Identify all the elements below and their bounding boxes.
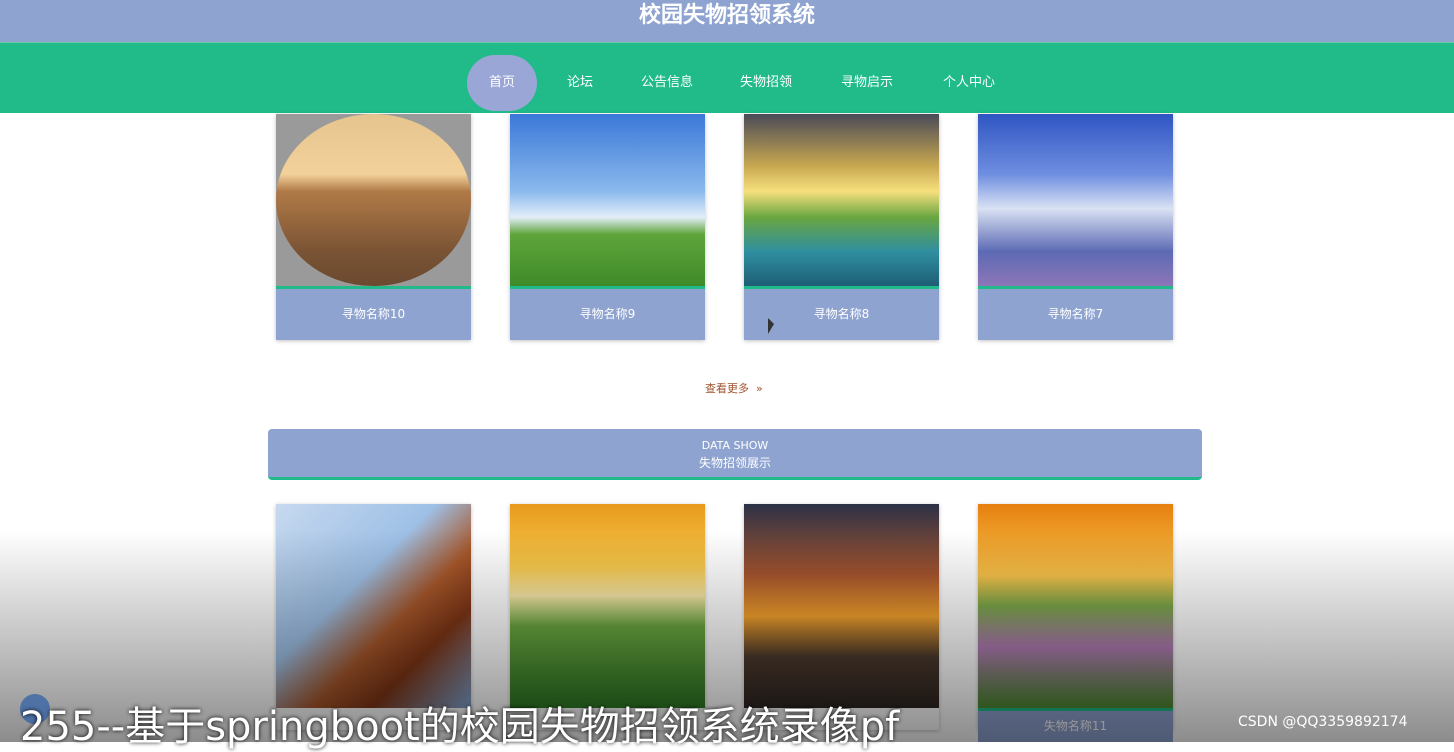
nav-forum[interactable]: 论坛	[560, 55, 600, 111]
found-item-card[interactable]: 失物名称11	[978, 504, 1173, 742]
video-caption: 255--基于springboot的校园失物招领系统录像pf	[20, 704, 900, 750]
nav-lost-notices[interactable]: 寻物启示	[836, 55, 898, 111]
lost-item-image	[978, 114, 1173, 286]
view-more-link[interactable]: 查看更多 »	[705, 380, 763, 396]
lost-item-card[interactable]: 寻物名称8	[744, 114, 939, 340]
nav-personal-center[interactable]: 个人中心	[938, 55, 1000, 111]
site-title-bar: 校园失物招领系统	[0, 0, 1454, 42]
double-chevron-right-icon: »	[752, 382, 763, 395]
found-item-name: 失物名称11	[978, 711, 1173, 742]
lost-item-name: 寻物名称9	[510, 289, 705, 340]
section-title-en: DATA SHOW	[701, 439, 769, 452]
nav-announcements[interactable]: 公告信息	[636, 55, 698, 111]
lost-item-card[interactable]: 寻物名称7	[978, 114, 1173, 340]
nav-lost-and-found[interactable]: 失物招领	[735, 55, 797, 111]
lost-item-name: 寻物名称7	[978, 289, 1173, 340]
site-title: 校园失物招领系统	[638, 3, 815, 28]
main-nav: 首页 论坛 公告信息 失物招领 寻物启示 个人中心	[0, 42, 1454, 113]
lost-item-card[interactable]: 寻物名称9	[510, 114, 705, 340]
found-item-image	[978, 504, 1173, 708]
section-title-zh: 失物招领展示	[698, 456, 771, 470]
lost-item-image	[510, 114, 705, 286]
lost-item-image	[276, 114, 471, 286]
lost-item-card[interactable]: 寻物名称10	[276, 114, 471, 340]
section-header: DATA SHOW 失物招领展示	[268, 429, 1202, 480]
found-item-image	[276, 504, 471, 708]
lost-item-name: 寻物名称10	[276, 289, 471, 340]
found-item-image	[510, 504, 705, 708]
found-item-image	[744, 504, 939, 708]
view-more-label: 查看更多	[705, 382, 749, 395]
mouse-cursor-icon	[768, 318, 774, 334]
nav-home[interactable]: 首页	[467, 55, 537, 111]
watermark: CSDN @QQ3359892174	[1238, 714, 1408, 730]
lost-item-image	[744, 114, 939, 286]
